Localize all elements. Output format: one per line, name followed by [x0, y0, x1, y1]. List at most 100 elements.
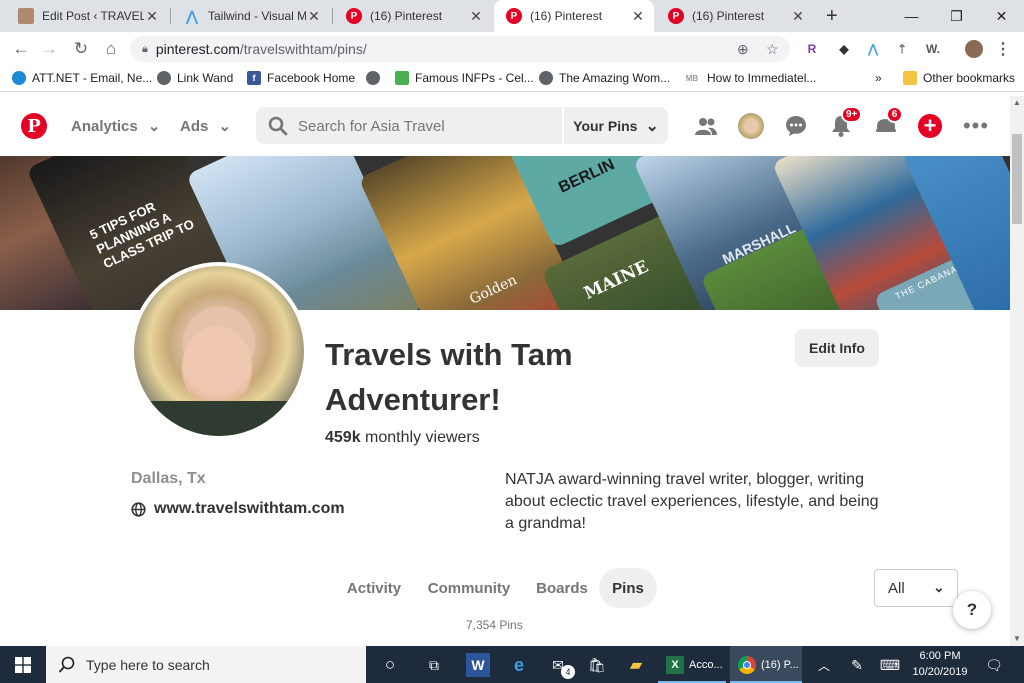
- people-icon[interactable]: [693, 113, 719, 139]
- close-icon[interactable]: ✕: [306, 8, 322, 25]
- edge-icon[interactable]: e: [507, 653, 531, 677]
- profile-avatar[interactable]: [130, 262, 308, 440]
- bookmark-label: Famous INFPs - Cel...: [415, 71, 534, 85]
- word-icon[interactable]: W: [466, 653, 490, 677]
- chevron-down-icon: ⌄: [933, 579, 945, 595]
- clock-time: 6:00 PM: [919, 650, 961, 662]
- facebook-icon: f: [247, 71, 261, 85]
- cover-text: MAINE: [581, 256, 652, 304]
- taskbar-chrome[interactable]: (16) P...: [730, 646, 802, 683]
- scroll-down-icon[interactable]: ▼: [1013, 634, 1021, 643]
- reload-icon[interactable]: ↻: [70, 38, 92, 60]
- bookmark-infps[interactable]: Famous INFPs - Cel...: [395, 71, 534, 85]
- messages-icon[interactable]: [783, 113, 809, 139]
- address-bar[interactable]: 🔒︎ pinterest.com/travelswithtam/pins/: [130, 36, 790, 62]
- bookmark-globe[interactable]: [366, 71, 386, 85]
- profile-avatar-icon[interactable]: [965, 40, 983, 58]
- tab-pinterest-1[interactable]: P (16) Pinterest ✕: [334, 0, 492, 32]
- excel-icon: X: [666, 655, 684, 674]
- bookmark-label: ATT.NET - Email, Ne...: [32, 71, 153, 85]
- restore-icon[interactable]: ❐: [934, 0, 979, 32]
- edit-info-button[interactable]: Edit Info: [795, 329, 879, 367]
- minimize-icon[interactable]: —: [889, 0, 934, 32]
- extension-r-icon[interactable]: R: [803, 40, 821, 58]
- bookmark-link-wand[interactable]: Link Wand: [157, 71, 233, 85]
- globe-icon: [539, 71, 553, 85]
- close-icon[interactable]: ✕: [630, 8, 646, 25]
- bookmark-how-to[interactable]: MB How to Immediatel...: [683, 71, 817, 85]
- messages-badge: 6: [886, 106, 903, 123]
- window-controls: — ❐ ✕: [889, 0, 1024, 32]
- close-icon[interactable]: ✕: [790, 8, 806, 25]
- pen-icon[interactable]: ✎: [845, 653, 869, 677]
- star-icon[interactable]: ☆: [766, 41, 779, 58]
- help-button[interactable]: ?: [953, 591, 991, 629]
- your-pins-dropdown[interactable]: Your Pins ⌄: [562, 107, 668, 144]
- taskbar-excel[interactable]: X Acco...: [658, 646, 726, 683]
- tab-separator: [170, 8, 171, 24]
- scroll-up-icon[interactable]: ▲: [1013, 98, 1021, 107]
- tab-activity[interactable]: Activity: [340, 568, 408, 608]
- file-explorer-icon[interactable]: ▰: [624, 653, 648, 677]
- more-options-icon[interactable]: •••: [963, 113, 989, 139]
- infp-icon: [395, 71, 409, 85]
- forward-icon[interactable]: →: [38, 38, 60, 60]
- extension-owl-icon[interactable]: ◆: [835, 40, 853, 58]
- new-tab-icon[interactable]: +: [826, 5, 838, 28]
- search-icon: [268, 116, 288, 136]
- close-icon[interactable]: ✕: [144, 8, 160, 25]
- analytics-menu[interactable]: Analytics ⌄: [71, 117, 160, 135]
- task-view-icon[interactable]: ⧉: [422, 653, 446, 677]
- extension-icon[interactable]: ⇡: [893, 40, 911, 58]
- bookmark-label: How to Immediatel...: [707, 71, 817, 85]
- bookmark-att[interactable]: ATT.NET - Email, Ne...: [12, 71, 152, 85]
- analytics-label: Analytics: [71, 118, 138, 135]
- search-input[interactable]: [298, 115, 548, 137]
- tab-pinterest-2[interactable]: P (16) Pinterest ✕: [494, 0, 654, 32]
- user-avatar[interactable]: [738, 113, 764, 139]
- taskbar-search[interactable]: Type here to search: [46, 646, 366, 683]
- pins-filter-select[interactable]: All ⌄: [874, 569, 958, 607]
- store-icon[interactable]: 🛍︎: [585, 653, 609, 677]
- bookmark-amazing-women[interactable]: The Amazing Wom...: [539, 71, 670, 85]
- taskbar-clock[interactable]: 6:00 PM 10/20/2019: [905, 648, 975, 680]
- notification-center-icon[interactable]: 🗨︎: [982, 653, 1006, 677]
- monthly-viewers: 459k monthly viewers: [325, 429, 480, 447]
- ads-menu[interactable]: Ads ⌄: [180, 117, 231, 135]
- pinterest-icon: P: [668, 8, 684, 24]
- tab-title: (16) Pinterest: [370, 9, 443, 23]
- tailwind-extension-icon[interactable]: ⋀: [864, 40, 882, 58]
- bookmark-label: Facebook Home: [267, 71, 356, 85]
- page-scrollbar[interactable]: ▲ ▼: [1010, 96, 1024, 646]
- tab-pinterest-3[interactable]: P (16) Pinterest ✕: [656, 0, 814, 32]
- browser-toolbar: ← → ↻ ⌂ 🔒︎ pinterest.com/travelswithtam/…: [0, 32, 1024, 66]
- tab-title: (16) Pinterest: [692, 9, 765, 23]
- profile-website-link[interactable]: www.travelswithtam.com: [131, 500, 345, 518]
- menu-icon[interactable]: ⋮: [994, 40, 1012, 58]
- add-icon[interactable]: ⊕: [737, 41, 749, 58]
- back-icon[interactable]: ←: [10, 38, 32, 60]
- tab-boards[interactable]: Boards: [530, 568, 594, 608]
- create-plus-icon[interactable]: +: [918, 113, 942, 138]
- extension-w-icon[interactable]: W.: [922, 40, 944, 58]
- bookmarks-overflow-icon[interactable]: »: [875, 71, 882, 85]
- cortana-icon[interactable]: ○: [378, 653, 402, 677]
- scrollbar-thumb[interactable]: [1012, 134, 1022, 224]
- close-window-icon[interactable]: ✕: [979, 0, 1024, 32]
- pinterest-logo-icon[interactable]: P: [21, 113, 47, 139]
- other-bookmarks[interactable]: Other bookmarks: [903, 71, 1015, 85]
- tab-community[interactable]: Community: [420, 568, 518, 608]
- chevron-up-icon[interactable]: ︿: [812, 653, 836, 677]
- close-icon[interactable]: ✕: [468, 8, 484, 25]
- keyboard-icon[interactable]: ⌨: [878, 653, 902, 677]
- folder-icon: [903, 71, 917, 85]
- home-icon[interactable]: ⌂: [100, 38, 122, 60]
- tab-tailwind[interactable]: ⋀ Tailwind - Visual Ma ✕: [172, 0, 330, 32]
- start-button[interactable]: [0, 646, 46, 683]
- tab-edit-post[interactable]: Edit Post ‹ TRAVELS W ✕: [6, 0, 168, 32]
- pinterest-icon: P: [506, 8, 522, 24]
- cover-text: 5 TIPS FOR PLANNING A CLASS TRIP TO: [87, 198, 197, 272]
- tab-pins[interactable]: Pins: [599, 568, 657, 608]
- profile-bio: NATJA award-winning travel writer, blogg…: [505, 471, 879, 532]
- bookmark-facebook[interactable]: f Facebook Home: [247, 71, 355, 85]
